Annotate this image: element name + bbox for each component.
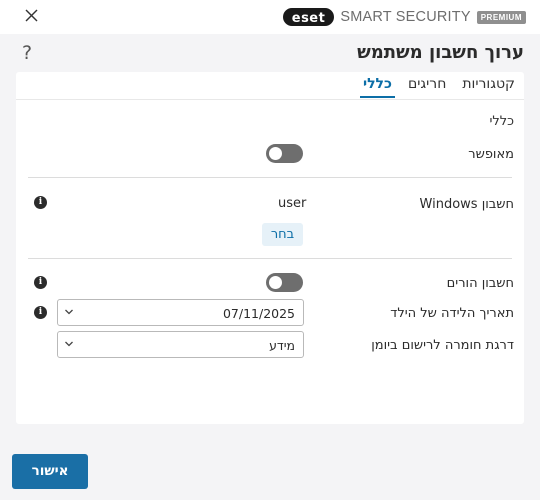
windows-account-value: user: [278, 196, 307, 211]
info-icon[interactable]: i: [34, 306, 47, 319]
parent-account-label: חשבון הורים: [446, 276, 514, 291]
divider: [28, 177, 512, 178]
toggle-knob: [269, 147, 282, 160]
divider: [28, 258, 512, 259]
chevron-down-icon: [65, 309, 73, 315]
birthdate-picker[interactable]: 07/11/2025: [57, 299, 304, 326]
close-icon[interactable]: [22, 6, 42, 26]
birthdate-label: תאריך הלידה של הילד: [390, 306, 514, 321]
tab-categories[interactable]: קטגוריות: [461, 76, 516, 96]
section-label: כללי: [489, 114, 514, 129]
tab-general[interactable]: כללי: [359, 76, 395, 98]
info-icon[interactable]: i: [34, 276, 47, 289]
tab-bar: כללי חריגים קטגוריות: [359, 76, 516, 98]
brand-edition-badge: PREMIUM: [476, 10, 526, 24]
log-severity-value: מידע: [269, 338, 295, 353]
chevron-down-icon: [65, 341, 73, 347]
eset-logo: eset: [282, 8, 335, 26]
enabled-toggle[interactable]: [266, 144, 303, 163]
windows-account-label: חשבון Windows: [419, 197, 514, 212]
parent-account-toggle[interactable]: [266, 273, 303, 292]
log-severity-select[interactable]: מידע: [57, 331, 304, 358]
help-icon[interactable]: ?: [22, 42, 32, 64]
choose-account-button[interactable]: בחר: [262, 223, 303, 246]
ok-button[interactable]: אישור: [12, 454, 88, 489]
tabs-divider: [16, 99, 524, 100]
page-title: ערוך חשבון משתמש: [357, 42, 524, 63]
enabled-label: מאופשר: [468, 147, 514, 162]
tab-exceptions[interactable]: חריגים: [407, 76, 447, 96]
brand: eset SMART SECURITY PREMIUM: [282, 7, 526, 27]
birthdate-value: 07/11/2025: [222, 306, 295, 321]
brand-name: SMART SECURITY: [340, 9, 471, 25]
info-icon[interactable]: i: [34, 196, 47, 209]
settings-card: כללי חריגים קטגוריות כללי מאופשר i user …: [16, 72, 524, 424]
log-severity-label: דרגת חומרה לרישום ביומן: [371, 338, 514, 353]
toggle-knob: [269, 276, 282, 289]
title-bar: eset SMART SECURITY PREMIUM: [0, 0, 540, 34]
